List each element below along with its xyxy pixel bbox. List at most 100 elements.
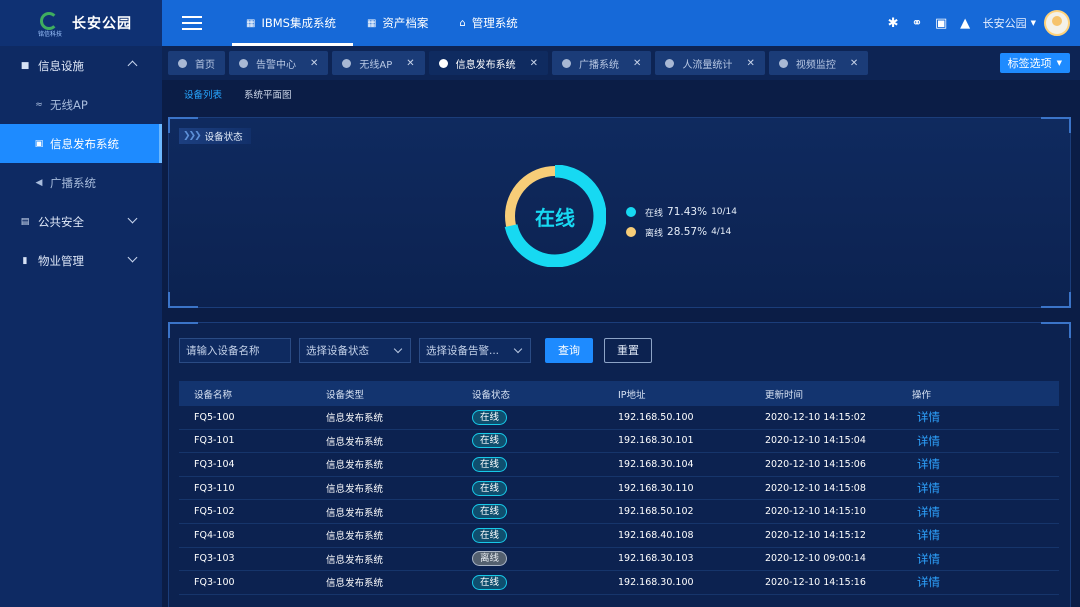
cell-device-name: FQ5-102 — [194, 506, 235, 518]
cell-update-time: 2020-12-10 09:00:14 — [765, 553, 866, 565]
tag-options-button[interactable]: 标签选项 ▼ — [999, 53, 1070, 73]
tab-info-publish[interactable]: 信息发布系统 ✕ — [428, 51, 549, 75]
header-update-time: 更新时间 — [765, 389, 804, 401]
tab-wireless-ap[interactable]: 无线AP ✕ — [332, 51, 425, 75]
lock-icon[interactable]: ▣ — [934, 16, 949, 31]
legend-dot — [626, 207, 636, 217]
top-menu-label: IBMS集成系统 — [261, 16, 336, 30]
close-icon[interactable]: ✕ — [530, 58, 538, 69]
close-icon[interactable]: ✕ — [746, 58, 754, 69]
sidebar-item-wireless-ap[interactable]: ≈ 无线AP — [0, 85, 162, 124]
panel-title-text: 设备状态 — [204, 132, 243, 143]
menu-toggle-icon[interactable] — [182, 16, 202, 30]
tab-dot-icon — [562, 58, 572, 68]
close-icon[interactable]: ✕ — [850, 58, 858, 69]
device-status-select[interactable]: 选择设备状态 — [299, 337, 411, 363]
table-row: FQ3-110 信息发布系统 在线 192.168.30.110 2020-12-10 … — [179, 477, 1059, 501]
tab-traffic-stats[interactable]: 人流量统计 ✕ — [655, 51, 765, 75]
logo-title: 长安公园 — [72, 16, 132, 32]
device-name-input[interactable]: 请输入设备名称 — [179, 337, 291, 363]
detail-link[interactable]: 详情 — [917, 505, 940, 519]
cell-ip: 192.168.30.104 — [618, 458, 694, 470]
tab-label: 无线AP — [359, 59, 393, 71]
avatar[interactable] — [1044, 10, 1070, 36]
top-menu-assets[interactable]: ▦ 资产档案 — [353, 0, 445, 46]
tab-label: 告警中心 — [256, 59, 296, 71]
table-row: FQ3-104 信息发布系统 在线 192.168.30.104 2020-12-10 … — [179, 453, 1059, 477]
detail-link[interactable]: 详情 — [917, 457, 940, 471]
cell-device-name: FQ3-103 — [194, 553, 235, 565]
device-alarm-select[interactable]: 选择设备告警... — [419, 337, 531, 363]
cell-ip: 192.168.50.102 — [618, 506, 694, 518]
subtab-device-list[interactable]: 设备列表 — [184, 87, 222, 101]
cell-ip: 192.168.30.101 — [618, 435, 694, 447]
close-icon[interactable]: ✕ — [310, 58, 318, 69]
chat-icon: ■ — [20, 61, 30, 71]
chevrons-right-icon: ❯❯❯ — [183, 131, 202, 141]
top-menu-label: 资产档案 — [382, 16, 429, 30]
top-menu-management[interactable]: ⌂ 管理系统 — [445, 0, 534, 46]
table-row: FQ4-108 信息发布系统 在线 192.168.40.108 2020-12-10 … — [179, 524, 1059, 548]
cell-device-type: 信息发布系统 — [326, 436, 384, 448]
top-menu-ibms[interactable]: ▦ IBMS集成系统 — [232, 0, 353, 46]
close-icon[interactable]: ✕ — [633, 58, 641, 69]
legend-percent: 28.57% — [667, 226, 708, 238]
donut-center-label: 在线 — [535, 205, 575, 230]
tab-home[interactable]: 首页 — [168, 51, 225, 75]
tag-options-label: 标签选项 — [1007, 57, 1052, 70]
detail-link[interactable]: 详情 — [917, 552, 940, 566]
chevron-up-icon — [127, 60, 138, 71]
close-icon[interactable]: ✕ — [406, 58, 414, 69]
sidebar-item-broadcast[interactable]: ◀ 广播系统 — [0, 163, 162, 202]
sidebar-group-info-facilities[interactable]: ■ 信息设施 — [0, 46, 162, 85]
table-row: FQ5-102 信息发布系统 在线 192.168.50.102 2020-12-10 … — [179, 500, 1059, 524]
sidebar-item-info-publish[interactable]: ▣ 信息发布系统 — [0, 124, 162, 163]
cell-device-status: 在线 — [472, 574, 618, 590]
home-icon: ⌂ — [459, 17, 466, 29]
sidebar-group-property[interactable]: ▮ 物业管理 — [0, 241, 162, 280]
fullscreen-icon[interactable]: ✱ — [886, 16, 901, 31]
bus-icon: ▣ — [34, 138, 44, 149]
query-button[interactable]: 查询 — [545, 337, 593, 363]
detail-link[interactable]: 详情 — [917, 434, 940, 448]
cell-device-name: FQ3-101 — [194, 435, 235, 447]
status-badge: 在线 — [472, 409, 508, 425]
sidebar: 铭信科技 长安公园 ■ 信息设施 ≈ 无线AP ▣ 信息发布系统 ◀ 广播系统 … — [0, 0, 162, 607]
panel-title: ❯❯❯ 设备状态 — [179, 128, 251, 144]
legend-ratio: 10/14 — [711, 207, 737, 217]
header-device-name: 设备名称 — [194, 389, 233, 401]
select-placeholder: 选择设备告警... — [426, 344, 500, 357]
cell-device-name: FQ5-100 — [194, 411, 235, 423]
cell-device-status: 在线 — [472, 456, 618, 472]
top-navbar: ▦ IBMS集成系统 ▦ 资产档案 ⌂ 管理系统 ✱ ⚭ ▣ ▲ 长安公园 ▼ — [162, 0, 1080, 46]
caret-down-icon: ▼ — [1056, 59, 1062, 67]
legend-item-online: 在线 71.43% 10/14 — [626, 202, 737, 222]
logo[interactable]: 铭信科技 长安公园 — [0, 0, 162, 46]
legend-ratio: 4/14 — [711, 227, 732, 237]
detail-link[interactable]: 详情 — [917, 410, 940, 424]
legend-label: 在线 — [645, 208, 664, 219]
tab-video-monitor[interactable]: 视频监控 ✕ — [768, 51, 869, 75]
tab-dot-icon — [778, 58, 788, 68]
bell-icon[interactable]: ▲ — [958, 16, 973, 31]
cell-device-type: 信息发布系统 — [326, 484, 384, 496]
user-name[interactable]: 长安公园 — [983, 15, 1027, 31]
globe-icon[interactable]: ⚭ — [910, 16, 925, 31]
tab-broadcast[interactable]: 广播系统 ✕ — [552, 51, 652, 75]
subtab-floor-plan[interactable]: 系统平面图 — [244, 87, 292, 101]
cell-device-name: FQ3-110 — [194, 482, 235, 494]
sidebar-group-public-safety[interactable]: ▤ 公共安全 — [0, 202, 162, 241]
cell-actions: 详情 — [912, 480, 1059, 496]
device-status-panel: ❯❯❯ 设备状态 在线 在线 71.43% 10/14 离线 28.57% 4/… — [168, 117, 1071, 308]
detail-link[interactable]: 详情 — [917, 528, 940, 542]
reset-button[interactable]: 重置 — [604, 337, 652, 363]
tab-label: 广播系统 — [579, 59, 620, 71]
caret-down-icon[interactable]: ▼ — [1031, 19, 1036, 27]
cell-actions: 详情 — [912, 504, 1059, 520]
cell-device-status: 在线 — [472, 433, 618, 449]
sidebar-item-label: 信息发布系统 — [50, 136, 119, 151]
bed-icon: ▤ — [20, 217, 30, 227]
detail-link[interactable]: 详情 — [917, 481, 940, 495]
detail-link[interactable]: 详情 — [917, 575, 940, 589]
tab-alarm-center[interactable]: 告警中心 ✕ — [229, 51, 329, 75]
